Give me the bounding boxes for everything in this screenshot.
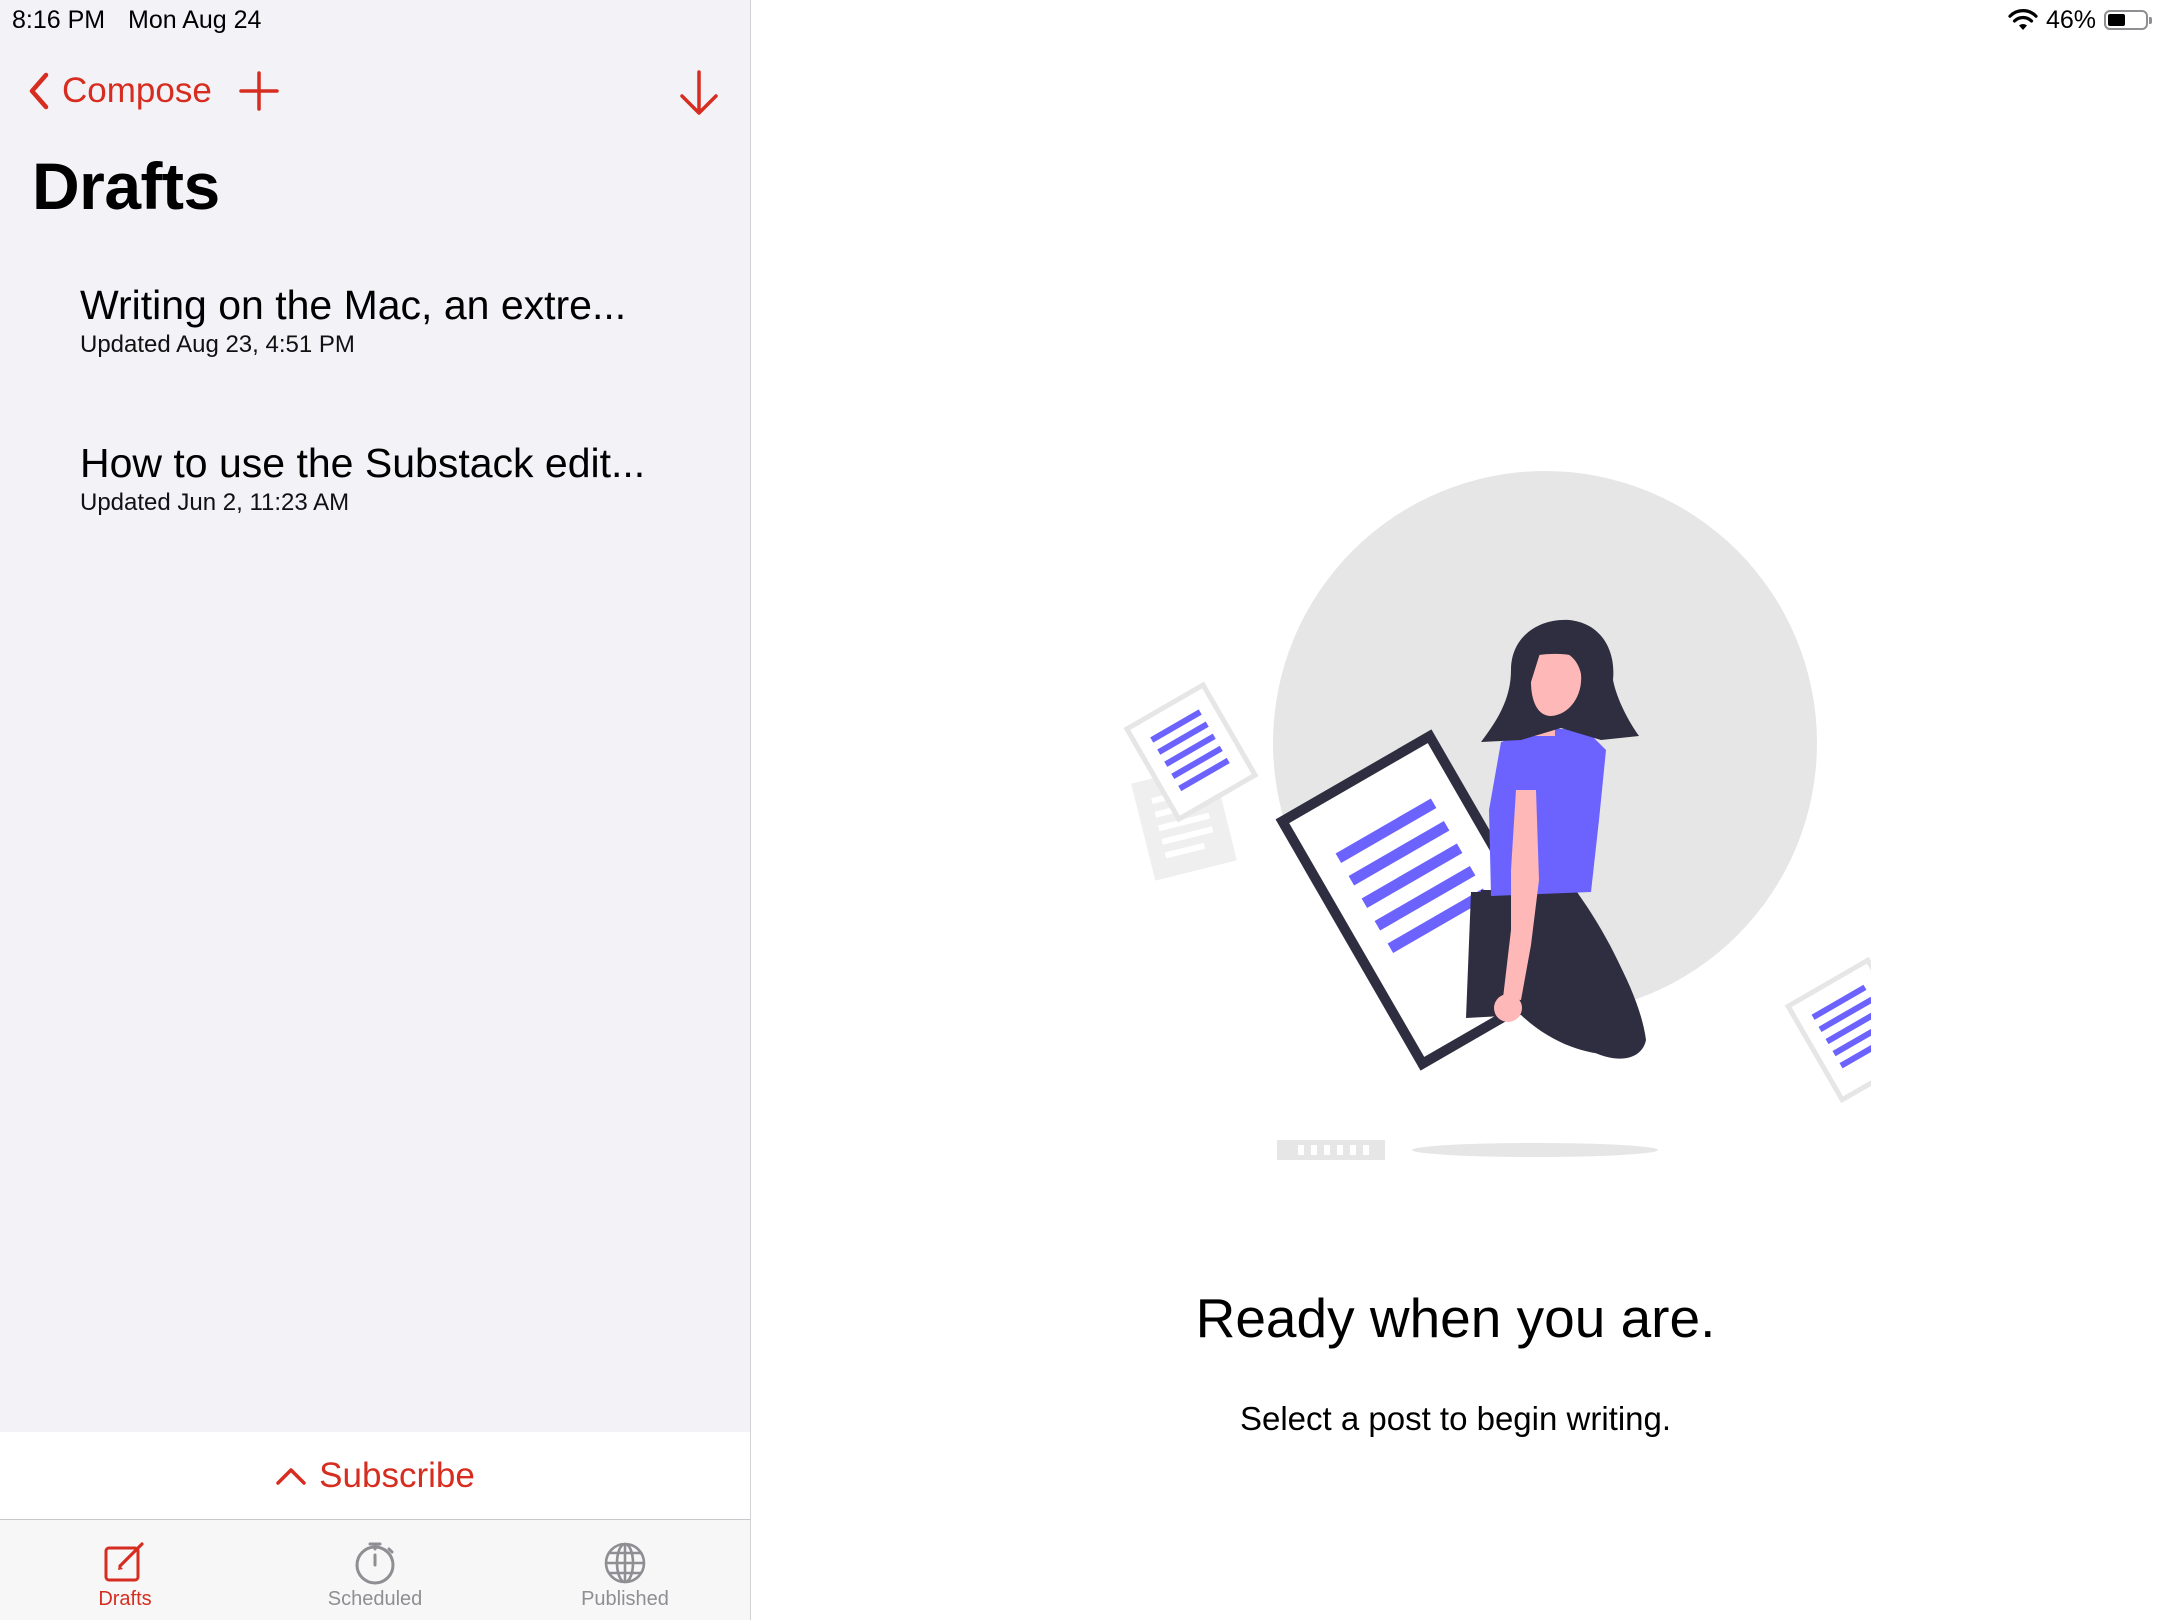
draft-row[interactable]: Writing on the Mac, an extre... Updated … [0, 280, 750, 438]
plus-icon [239, 71, 279, 111]
compose-label: Compose [62, 71, 212, 110]
drafts-list: Writing on the Mac, an extre... Updated … [0, 280, 750, 596]
status-indicators: 46% [2008, 4, 2152, 36]
compose-back-button[interactable]: Compose [28, 68, 212, 114]
tab-published[interactable]: Published [500, 1520, 750, 1620]
tab-label: Drafts [98, 1588, 152, 1610]
empty-state-illustration [1123, 471, 1871, 1160]
empty-state-heading: Ready when you are. [1195, 1287, 1716, 1349]
draft-updated: Updated Jun 2, 11:23 AM [80, 489, 350, 516]
add-post-button[interactable] [238, 70, 280, 117]
subscribe-label: Subscribe [319, 1455, 475, 1495]
battery-percent: 46% [2045, 5, 2096, 34]
sidebar: Compose Drafts Writing on the Mac, an ex… [0, 0, 751, 1620]
compose-icon [104, 1542, 144, 1582]
battery-level [2108, 14, 2125, 26]
tab-label: Published [581, 1588, 669, 1610]
download-button[interactable] [676, 68, 722, 123]
globe-icon [604, 1542, 646, 1584]
status-time: 8:16 PM [12, 6, 106, 34]
tab-drafts[interactable]: Drafts [0, 1520, 250, 1620]
tab-scheduled[interactable]: Scheduled [250, 1520, 500, 1620]
page-title: Drafts [32, 149, 220, 223]
stopwatch-icon [355, 1542, 395, 1585]
main-panel: Ready when you are. Select a post to beg… [751, 0, 2160, 1620]
app-window: 8:16 PM Mon Aug 24 46% Compose Drafts Wr… [0, 0, 2160, 1620]
draft-title: Writing on the Mac, an extre... [80, 282, 627, 328]
wifi-icon [2008, 9, 2038, 30]
chevron-up-icon [276, 1467, 306, 1485]
draft-title: How to use the Substack edit... [80, 440, 646, 486]
tab-label: Scheduled [327, 1588, 423, 1610]
status-date: Mon Aug 24 [128, 6, 262, 34]
chevron-left-icon [29, 72, 49, 110]
empty-state-subheading: Select a post to begin writing. [1239, 1400, 1672, 1437]
battery-icon [2104, 10, 2152, 30]
tab-bar: Drafts Scheduled Published [0, 1520, 750, 1620]
subscribe-button[interactable]: Subscribe [0, 1432, 750, 1520]
draft-row[interactable]: How to use the Substack edit... Updated … [0, 438, 750, 596]
draft-updated: Updated Aug 23, 4:51 PM [80, 331, 355, 358]
arrow-down-icon [680, 70, 718, 115]
